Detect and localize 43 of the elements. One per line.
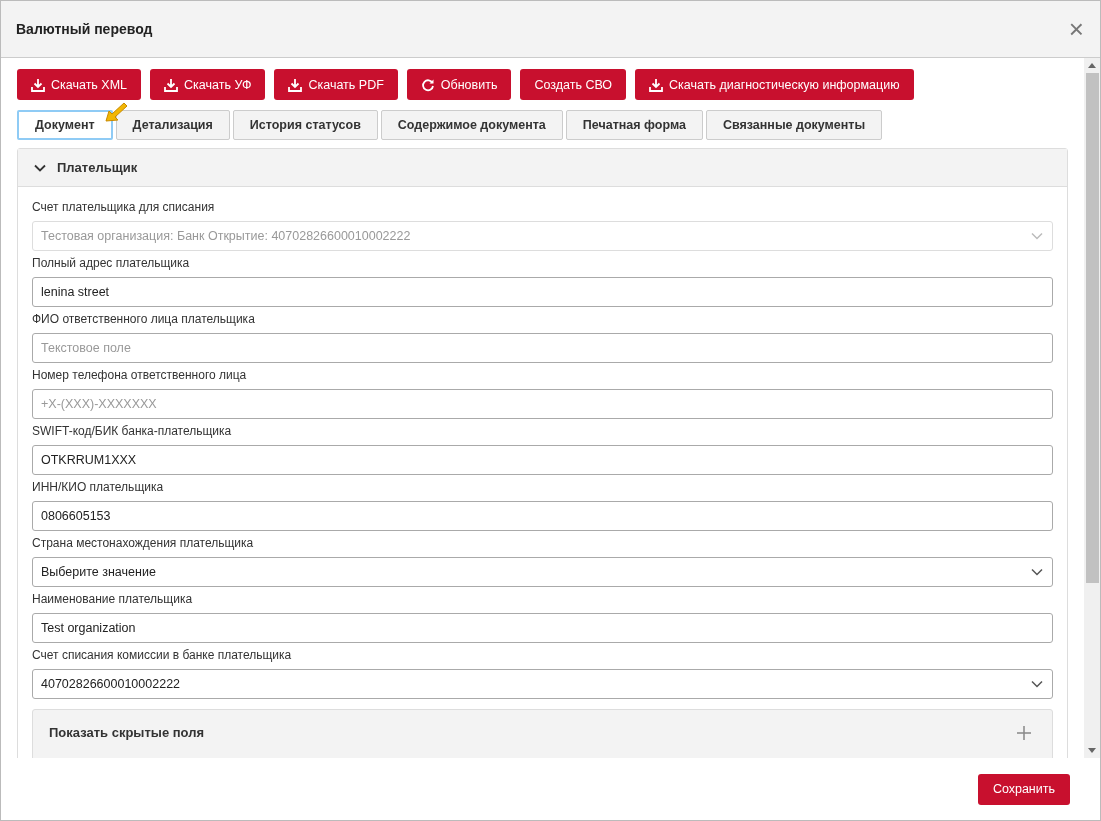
input-field[interactable]: +X-(XXX)-XXXXXXX [32,389,1053,419]
close-button[interactable]: × [1068,16,1084,42]
toolbar-button[interactable]: Создать СВО [520,69,627,100]
window-title: Валютный перевод [16,21,153,37]
tab[interactable]: Связанные документы [705,110,883,140]
input-field[interactable]: 0806605153 [32,501,1053,531]
field-label: Наименование плательщика [32,592,194,606]
field-label: SWIFT-код/БИК банка-плательщика [32,424,233,438]
field-label: ФИО ответственного лица плательщика [32,312,256,326]
toolbar-button[interactable]: Скачать УФ [150,69,266,100]
tab[interactable]: Документ [17,110,113,140]
download-icon [31,77,45,92]
toolbar-button[interactable]: Скачать XML [17,69,142,100]
show-hidden-fields-panel[interactable]: Показать скрытые поля [32,709,1053,758]
toolbar-button[interactable]: Обновить [406,69,512,100]
download-icon [164,77,179,92]
toolbar-button[interactable]: Скачать PDF [274,69,398,100]
download-icon [649,77,664,92]
scroll-down-icon[interactable] [1088,748,1096,753]
field-label: Полный адрес плательщика [32,256,191,270]
field-label: Страна местонахождения плательщика [32,536,255,550]
scroll-up-icon[interactable] [1088,63,1096,68]
select-field[interactable]: 40702826600010002222 [32,669,1053,699]
toolbar-button[interactable]: Скачать диагностическую информацию [635,69,914,100]
refresh-icon [420,77,435,92]
tab[interactable]: История статусов [232,110,378,140]
select-field[interactable]: Выберите значение [32,557,1053,587]
download-icon [288,77,303,92]
input-field[interactable]: Текстовое поле [32,333,1053,363]
input-field[interactable]: Test organization [32,613,1053,643]
tab[interactable]: Детализация [115,110,230,140]
field-label: ИНН/КИО плательщика [32,480,165,494]
arrow-pointer-icon [103,100,129,124]
field-label: Номер телефона ответственного лица [32,368,248,382]
save-button[interactable]: Сохранить [977,773,1070,805]
input-field[interactable]: lenina street [32,277,1053,307]
field-label: Счет плательщика для списания [32,200,216,214]
scrollbar[interactable] [1084,58,1100,758]
tab[interactable]: Содержимое документа [380,110,563,140]
tab[interactable]: Печатная форма [565,110,703,140]
section-header[interactable]: Плательщик [18,149,1067,187]
field-label: Счет списания комиссии в банке плательщика [32,648,293,662]
input-field[interactable]: OTKRRUM1XXX [32,445,1053,475]
